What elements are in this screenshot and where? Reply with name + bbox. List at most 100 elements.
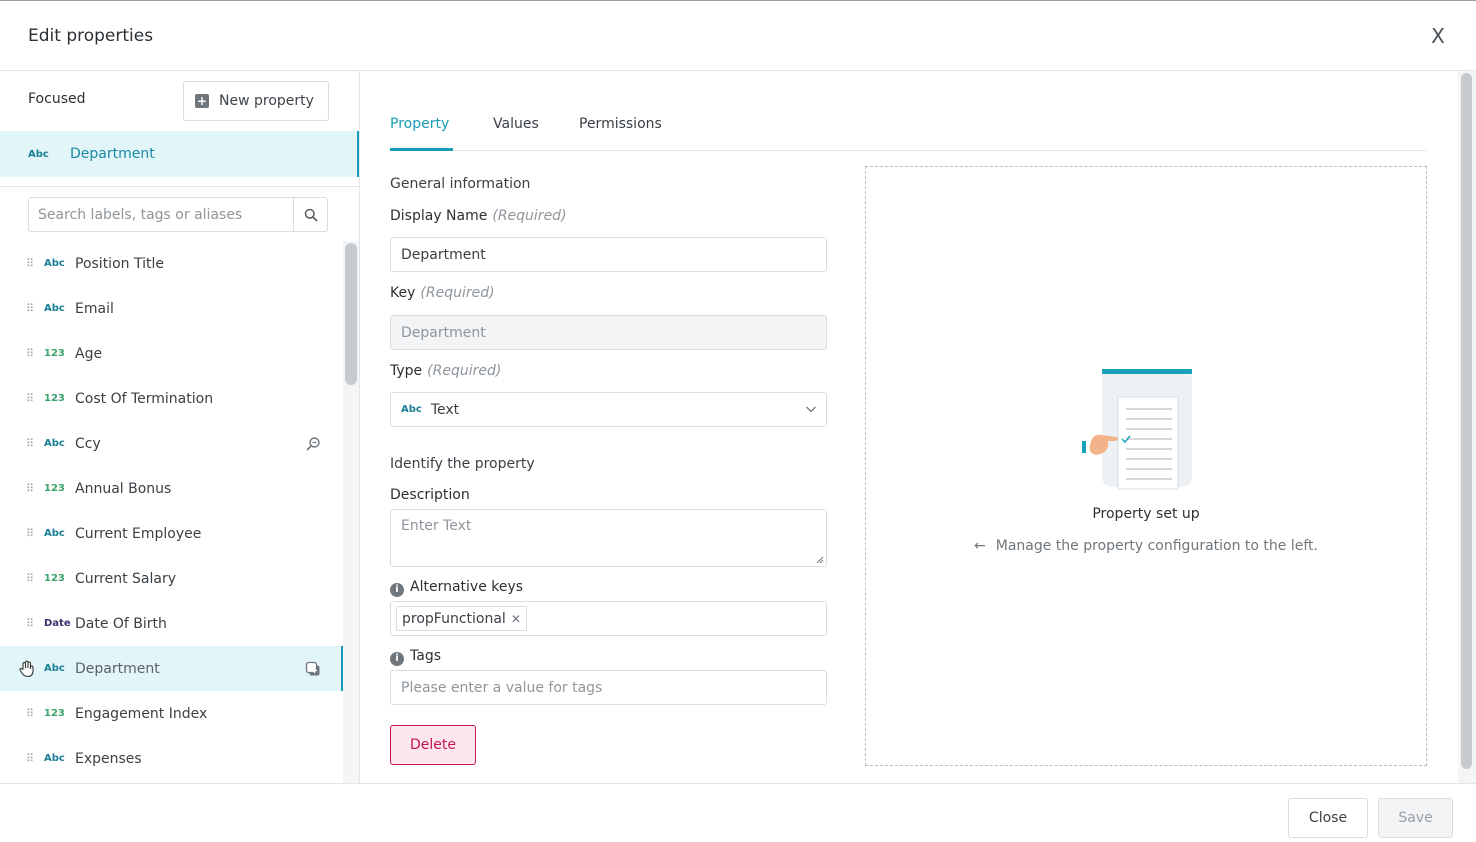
list-scrollbar[interactable] xyxy=(343,241,359,783)
text-type-tag: Abc xyxy=(401,404,422,415)
alternative-keys-label-text: Alternative keys xyxy=(410,579,524,595)
property-setup-illustration xyxy=(1082,369,1192,490)
close-icon[interactable]: X xyxy=(1427,24,1449,48)
drag-handle-icon[interactable]: ⠿ xyxy=(26,258,34,269)
drag-handle-icon[interactable]: ⠿ xyxy=(26,708,34,719)
search-zoom-icon[interactable] xyxy=(305,436,321,452)
info-icon[interactable]: i xyxy=(390,583,404,597)
text-type-tag: Abc xyxy=(44,438,65,449)
property-list-item[interactable]: ⠿ 123 Current Salary xyxy=(0,556,343,601)
property-setup-subtitle: ← Manage the property configuration to th… xyxy=(866,538,1426,554)
chip-label: propFunctional xyxy=(402,610,506,627)
add-copy-icon[interactable] xyxy=(305,661,321,677)
chevron-down-icon xyxy=(806,406,816,413)
editor-scrollbar[interactable] xyxy=(1458,71,1476,783)
property-setup-placeholder: Property set up ← Manage the property con… xyxy=(865,166,1427,766)
property-list-item[interactable]: ⠿ Date Date Of Birth xyxy=(0,601,343,646)
alternative-keys-field[interactable]: propFunctional ✕ xyxy=(390,601,827,636)
close-button[interactable]: Close xyxy=(1288,798,1368,838)
type-label: Type (Required) xyxy=(390,363,501,379)
focused-property-item[interactable]: Abc Department xyxy=(0,131,359,177)
property-list-panel: Focused + New property Abc Department ⠿ A… xyxy=(0,71,360,783)
focused-property-name: Department xyxy=(70,146,155,162)
property-list-item[interactable]: ⠿ Abc Email xyxy=(0,286,343,331)
required-hint: (Required) xyxy=(492,208,567,224)
property-list-item[interactable]: ⠿ Abc Ccy xyxy=(0,421,343,466)
drag-handle-icon[interactable]: ⠿ xyxy=(26,483,34,494)
text-type-tag: Abc xyxy=(44,753,65,764)
scrollbar-thumb[interactable] xyxy=(345,243,357,385)
tab-property[interactable]: Property xyxy=(390,116,449,132)
date-type-tag: Date xyxy=(44,618,71,629)
modal-header: Edit properties X xyxy=(0,2,1476,71)
editor-tabs: Property Values Permissions xyxy=(390,105,1427,151)
modal-footer: Close Save xyxy=(0,783,1476,842)
display-name-label: Display Name (Required) xyxy=(390,208,567,224)
key-label-text: Key xyxy=(390,285,416,301)
number-type-tag: 123 xyxy=(44,393,65,404)
active-tab-indicator xyxy=(390,148,453,151)
display-name-field[interactable]: Department xyxy=(390,237,827,272)
property-name: Expenses xyxy=(75,750,142,767)
required-hint: (Required) xyxy=(427,363,502,379)
search-box xyxy=(28,197,328,232)
scrollbar-thumb[interactable] xyxy=(1461,73,1472,769)
drag-handle-icon[interactable]: ⠿ xyxy=(26,393,34,404)
info-icon[interactable]: i xyxy=(390,652,404,666)
property-list-item[interactable]: ⠿ Abc Current Employee xyxy=(0,511,343,556)
type-select-value: Text xyxy=(430,401,460,418)
search-button[interactable] xyxy=(293,198,327,231)
property-name: Age xyxy=(75,345,103,362)
drag-handle-icon[interactable]: ⠿ xyxy=(26,348,34,359)
property-list-item[interactable]: ⠿ 123 Engagement Index xyxy=(0,691,343,736)
search-icon xyxy=(304,208,318,222)
arrow-left-icon: ← xyxy=(974,538,986,554)
new-property-button[interactable]: + New property xyxy=(183,81,329,121)
modal-title: Edit properties xyxy=(28,26,154,46)
drag-handle-icon[interactable]: ⠿ xyxy=(26,438,34,449)
property-name: Cost Of Termination xyxy=(75,390,214,407)
property-list-item[interactable]: Abc Department xyxy=(0,646,343,691)
tab-permissions[interactable]: Permissions xyxy=(579,116,662,132)
tags-label-text: Tags xyxy=(410,648,441,664)
delete-button[interactable]: Delete xyxy=(390,725,476,765)
drag-handle-icon[interactable]: ⠿ xyxy=(26,618,34,629)
general-information-title: General information xyxy=(390,176,531,192)
type-select[interactable]: Abc Text xyxy=(390,392,827,427)
property-list-item[interactable]: ⠿ Abc Expenses xyxy=(0,736,343,781)
property-name: Email xyxy=(75,300,114,317)
property-list-item[interactable]: ⠿ 123 Annual Bonus xyxy=(0,466,343,511)
property-list-item[interactable]: ⠿ 123 Cost Of Termination xyxy=(0,376,343,421)
tags-field[interactable]: Please enter a value for tags xyxy=(390,670,827,705)
grab-cursor-icon xyxy=(19,659,34,677)
description-field[interactable]: Enter Text xyxy=(390,509,827,567)
drag-handle-icon[interactable]: ⠿ xyxy=(26,753,34,764)
resize-grip-icon[interactable] xyxy=(816,556,824,564)
text-type-tag: Abc xyxy=(44,303,65,314)
property-list-item[interactable]: ⠿ Abc Position Title xyxy=(0,241,343,286)
display-name-label-text: Display Name xyxy=(390,208,488,224)
search-input[interactable] xyxy=(29,198,293,231)
number-type-tag: 123 xyxy=(44,573,65,584)
property-list: ⠿ Abc Position Title ⠿ Abc Email ⠿ 123 Age ⠿ 123 Co… xyxy=(0,241,343,783)
property-name: Annual Bonus xyxy=(75,480,172,497)
focused-label: Focused xyxy=(28,91,86,107)
tags-label: i Tags xyxy=(390,648,441,666)
chip-remove-icon[interactable]: ✕ xyxy=(511,612,521,626)
property-name: Position Title xyxy=(75,255,164,272)
description-label: Description xyxy=(390,487,470,503)
property-name: Current Employee xyxy=(75,525,202,542)
property-setup-subtitle-text: Manage the property configuration to the… xyxy=(995,538,1318,554)
tab-values[interactable]: Values xyxy=(493,116,539,132)
drag-handle-icon[interactable]: ⠿ xyxy=(26,303,34,314)
new-property-label: New property xyxy=(219,93,314,109)
drag-handle-icon[interactable]: ⠿ xyxy=(26,528,34,539)
type-label-text: Type xyxy=(390,363,423,379)
text-type-tag: Abc xyxy=(44,258,65,269)
property-setup-title: Property set up xyxy=(1092,506,1200,522)
drag-handle-icon[interactable]: ⠿ xyxy=(26,573,34,584)
plus-icon: + xyxy=(195,94,209,108)
property-list-item[interactable]: ⠿ 123 Age xyxy=(0,331,343,376)
save-button[interactable]: Save xyxy=(1378,798,1453,838)
identify-property-title: Identify the property xyxy=(390,456,535,472)
